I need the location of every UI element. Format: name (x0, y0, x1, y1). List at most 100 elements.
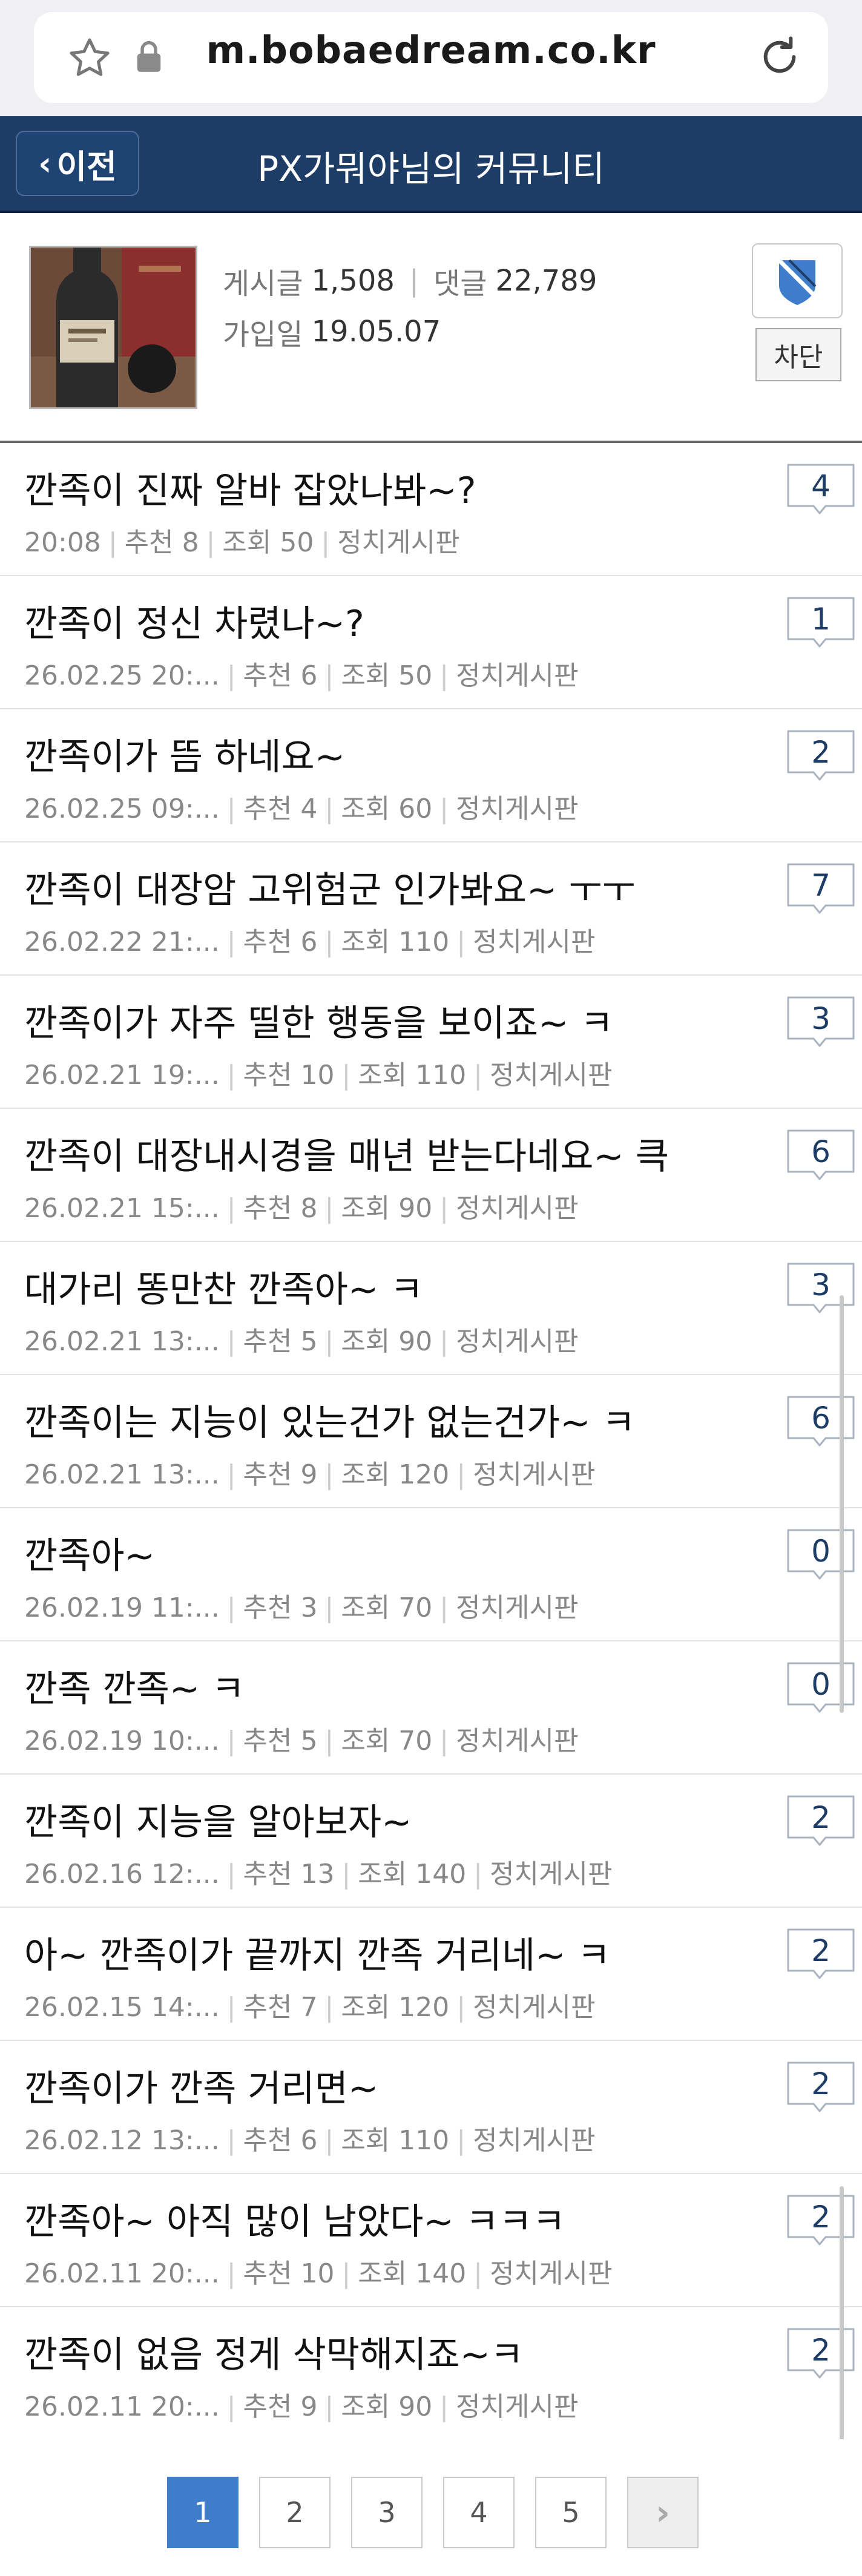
list-item[interactable]: 깐족이가 깐족 거리면~ 26.02.12 13:... | 추천 6 | 조회 110… (0, 2041, 862, 2174)
post-title[interactable]: 깐족 깐족~ ㅋ (24, 1660, 245, 1712)
comment-count-badge[interactable]: 2 (785, 1793, 857, 1856)
comment-count: 2 (811, 1933, 831, 1968)
reload-icon[interactable] (755, 33, 804, 81)
post-meta: 26.02.12 13:... | 추천 6 | 조회 110 | 정치게시판 (24, 2118, 595, 2157)
post-title[interactable]: 대가리 똥만찬 깐족아~ ㅋ (24, 1260, 424, 1313)
post-board: 정치게시판 (473, 2125, 596, 2156)
comment-count-badge[interactable]: 6 (785, 1393, 857, 1456)
post-views: 조회 90 (341, 2391, 433, 2422)
post-date: 26.02.22 21:... (24, 927, 220, 958)
comment-count-badge[interactable]: 7 (785, 861, 857, 924)
post-title[interactable]: 깐족이가 깐족 거리면~ (24, 2059, 378, 2112)
post-recommend: 추천 9 (243, 1459, 318, 1490)
post-views: 조회 110 (358, 1060, 467, 1091)
comment-count-badge[interactable]: 0 (785, 1526, 857, 1589)
divider: | (226, 2258, 236, 2289)
post-board: 정치게시판 (456, 794, 579, 824)
divider: | (439, 1193, 449, 1224)
divider: | (409, 264, 419, 298)
comment-count-badge[interactable]: 3 (785, 1260, 857, 1323)
post-board: 정치게시판 (456, 660, 579, 691)
comment-count-badge[interactable]: 4 (785, 461, 857, 524)
post-meta: 26.02.21 19:... | 추천 10 | 조회 110 | 정치게시판 (24, 1053, 612, 1092)
list-item[interactable]: 깐족이 없음 정게 삭막해지죠~ㅋ 26.02.11 20:... | 추천 9 | 조… (0, 2307, 862, 2440)
pagination: 1 2 3 4 5 › (0, 2439, 862, 2576)
post-title[interactable]: 깐족이 대장암 고위험군 인가봐요~ ㅜㅜ (24, 861, 636, 913)
list-item[interactable]: 아~ 깐족이가 끝까지 깐족 거리네~ ㅋ 26.02.15 14:... | 추천… (0, 1908, 862, 2041)
list-item[interactable]: 깐족이 진짜 알바 잡았나봐~? 20:08 | 추천 8 | 조회 50 | 정치게시판 … (0, 443, 862, 576)
list-item[interactable]: 대가리 똥만찬 깐족아~ ㅋ 26.02.21 13:... | 추천 5 | 조회 9… (0, 1242, 862, 1375)
post-recommend: 추천 4 (243, 794, 318, 824)
profile-stats: 게시글 1,508 | 댓글 22,789 가입일 19.05.07 (223, 255, 597, 357)
scrollbar[interactable] (840, 1295, 844, 1713)
page-button-2[interactable]: 2 (259, 2477, 331, 2548)
list-item[interactable]: 깐족이 대장내시경을 매년 받는다네요~ 큭 26.02.21 15:... | 추… (0, 1109, 862, 1242)
comment-count-badge[interactable]: 3 (785, 994, 857, 1057)
post-meta: 26.02.11 20:... | 추천 9 | 조회 90 | 정치게시판 (24, 2385, 578, 2423)
post-title[interactable]: 깐족이 없음 정게 삭막해지죠~ㅋ (24, 2325, 524, 2378)
divider: | (439, 1726, 449, 1756)
comment-count-badge[interactable]: 6 (785, 1127, 857, 1190)
next-page-button[interactable]: › (627, 2477, 699, 2548)
post-title[interactable]: 깐족이 지능을 알아보자~ (24, 1793, 412, 1845)
post-list: 깐족이 진짜 알바 잡았나봐~? 20:08 | 추천 8 | 조회 50 | 정치게시판 … (0, 443, 862, 2440)
list-item[interactable]: 깐족이가 자주 띨한 행동을 보이죠~ ㅋ 26.02.21 19:... | 추천… (0, 976, 862, 1109)
post-board: 정치게시판 (337, 527, 460, 558)
post-title[interactable]: 아~ 깐족이가 끝까지 깐족 거리네~ ㅋ (24, 1926, 611, 1979)
post-views: 조회 50 (341, 660, 433, 691)
post-date: 26.02.25 09:... (24, 794, 220, 824)
comment-count-badge[interactable]: 1 (785, 594, 857, 657)
post-recommend: 추천 9 (243, 2391, 318, 2422)
page-button-5[interactable]: 5 (535, 2477, 607, 2548)
post-views: 조회 110 (341, 2125, 450, 2156)
post-title[interactable]: 깐족이는 지능이 있는건가 없는건가~ ㅋ (24, 1393, 636, 1446)
post-title[interactable]: 깐족이 정신 차렸나~? (24, 594, 364, 647)
divider: | (226, 1992, 236, 2023)
post-recommend: 추천 8 (243, 1193, 318, 1224)
post-date: 20:08 (24, 527, 101, 558)
comment-count-badge[interactable]: 2 (785, 728, 857, 790)
url-text[interactable]: m.bobaedream.co.kr (0, 28, 862, 72)
joined-label: 가입일 (223, 318, 303, 352)
post-board: 정치게시판 (473, 1992, 596, 2023)
block-button[interactable]: 차단 (755, 328, 841, 381)
divider: | (226, 1326, 236, 1357)
comment-count-badge[interactable]: 2 (785, 2325, 857, 2388)
post-date: 26.02.25 20:... (24, 660, 220, 691)
post-meta: 26.02.19 11:... | 추천 3 | 조회 70 | 정치게시판 (24, 1586, 578, 1625)
page-title: PX가뭐야님의 커뮤니티 (257, 148, 605, 189)
page-button-4[interactable]: 4 (443, 2477, 515, 2548)
comment-count: 4 (811, 468, 831, 504)
comment-count-badge[interactable]: 2 (785, 2192, 857, 2255)
comment-count: 2 (811, 2200, 831, 2235)
post-title[interactable]: 깐족이가 뜸 하네요~ (24, 728, 345, 780)
list-item[interactable]: 깐족아~ 26.02.19 11:... | 추천 3 | 조회 70 | 정치게시판 0 (0, 1508, 862, 1641)
comment-count-badge[interactable]: 2 (785, 1926, 857, 1989)
list-item[interactable]: 깐족 깐족~ ㅋ 26.02.19 10:... | 추천 5 | 조회 70 | 정치게시… (0, 1641, 862, 1775)
post-title[interactable]: 깐족이 진짜 알바 잡았나봐~? (24, 461, 476, 514)
profile-badge-button[interactable] (752, 243, 843, 318)
shield-icon (777, 258, 817, 305)
post-title[interactable]: 깐족이 대장내시경을 매년 받는다네요~ 큭 (24, 1127, 669, 1180)
page-button-3[interactable]: 3 (351, 2477, 423, 2548)
comment-count-badge[interactable]: 2 (785, 2059, 857, 2122)
divider: | (206, 527, 216, 558)
post-title[interactable]: 깐족아~ 아직 많이 남았다~ ㅋㅋㅋ (24, 2192, 565, 2245)
post-title[interactable]: 깐족이가 자주 띨한 행동을 보이죠~ ㅋ (24, 994, 614, 1046)
post-meta: 26.02.15 14:... | 추천 7 | 조회 120 | 정치게시판 (24, 1985, 595, 2024)
divider: | (456, 927, 466, 958)
comment-count-badge[interactable]: 0 (785, 1660, 857, 1723)
page-button-1[interactable]: 1 (167, 2477, 239, 2548)
post-meta: 26.02.19 10:... | 추천 5 | 조회 70 | 정치게시판 (24, 1719, 578, 1758)
divider: | (324, 660, 334, 691)
list-item[interactable]: 깐족이는 지능이 있는건가 없는건가~ ㅋ 26.02.21 13:... | 추천… (0, 1375, 862, 1508)
comment-count: 2 (811, 1800, 831, 1835)
list-item[interactable]: 깐족아~ 아직 많이 남았다~ ㅋㅋㅋ 26.02.11 20:... | 추천 1… (0, 2174, 862, 2307)
list-item[interactable]: 깐족이가 뜸 하네요~ 26.02.25 09:... | 추천 4 | 조회 60 | 정… (0, 709, 862, 843)
posts-label: 게시글 (223, 267, 303, 301)
post-recommend: 추천 6 (243, 2125, 318, 2156)
list-item[interactable]: 깐족이 정신 차렸나~? 26.02.25 20:... | 추천 6 | 조회 50 |… (0, 576, 862, 709)
post-title[interactable]: 깐족아~ (24, 1526, 155, 1579)
list-item[interactable]: 깐족이 대장암 고위험군 인가봐요~ ㅜㅜ 26.02.22 21:... | 추천… (0, 843, 862, 976)
list-item[interactable]: 깐족이 지능을 알아보자~ 26.02.16 12:... | 추천 13 | 조회 1… (0, 1775, 862, 1908)
